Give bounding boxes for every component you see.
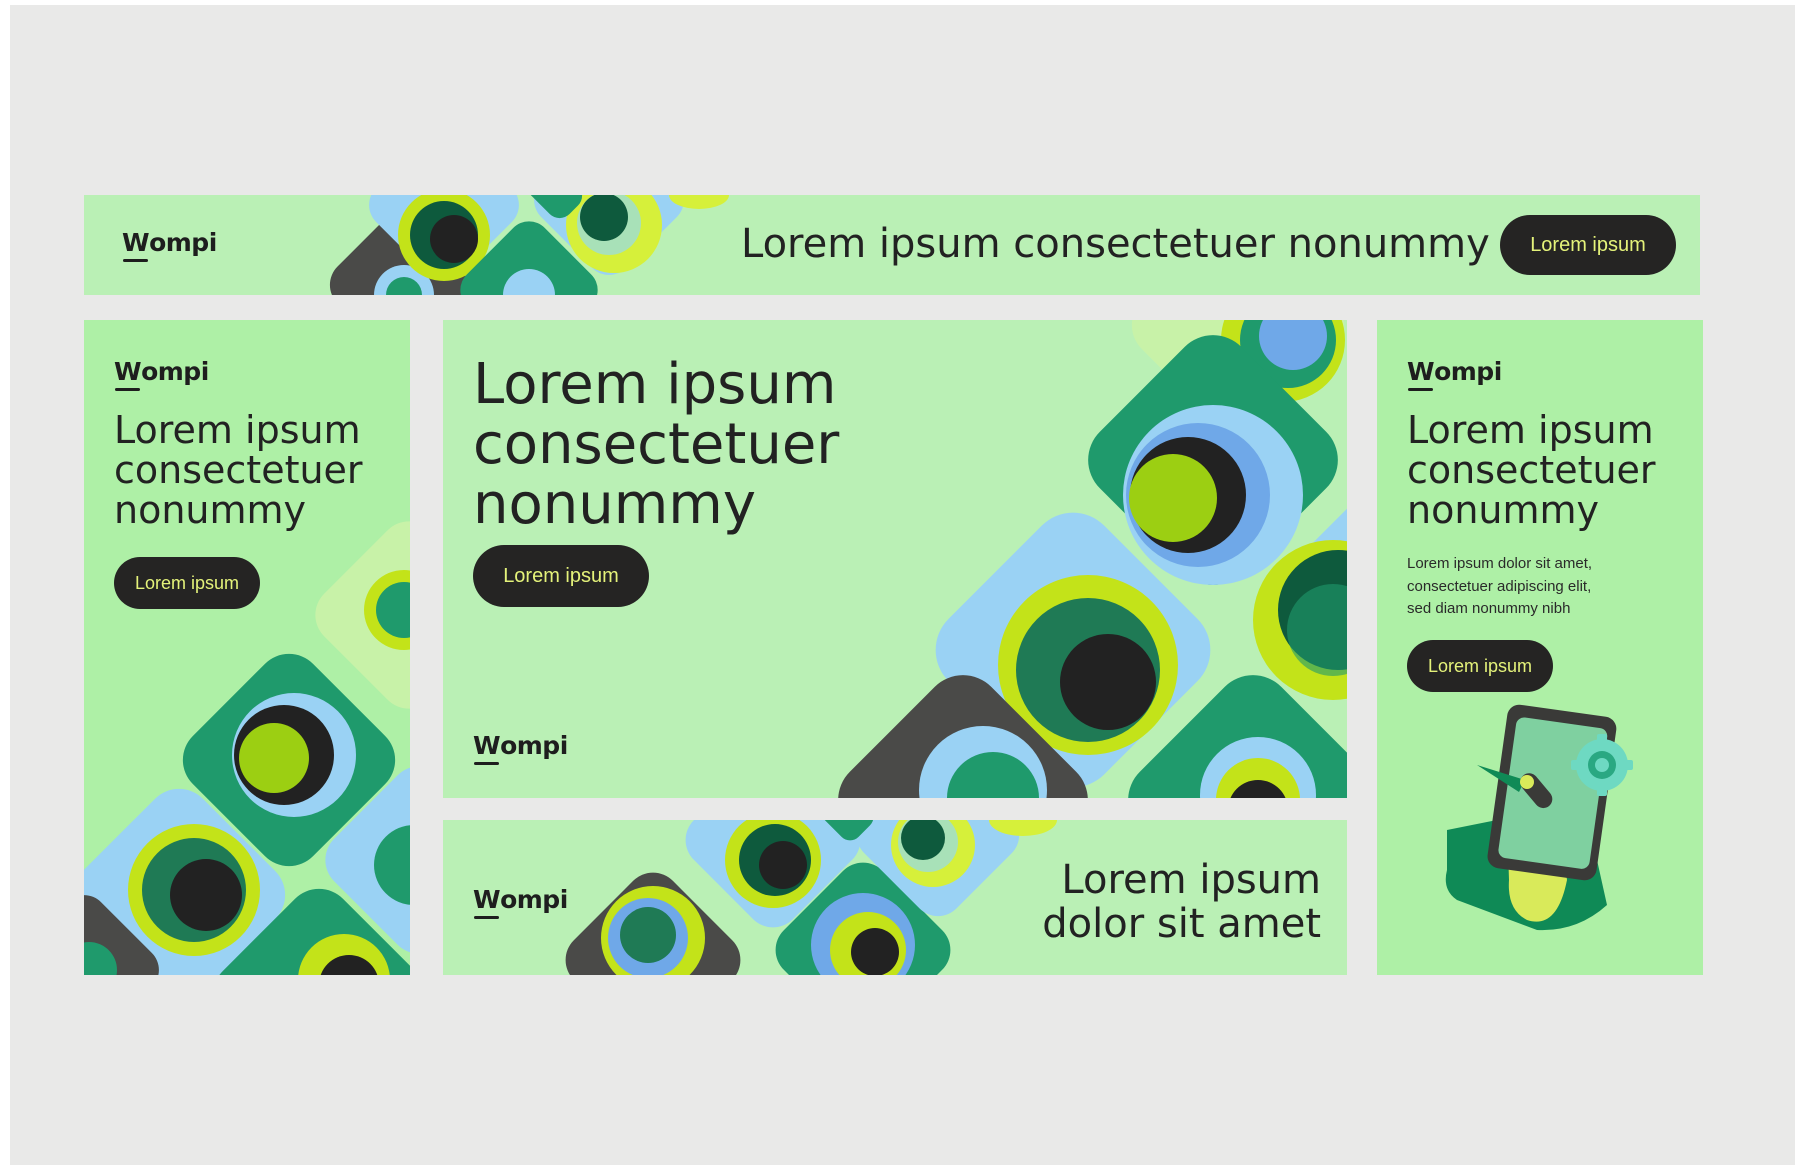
bottom-banner-headline: Lorem ipsum dolor sit amet — [1042, 858, 1321, 946]
side-card-body: Lorem ipsum dolor sit amet, consectetuer… — [1407, 553, 1592, 621]
headline-line-2: dolor sit amet — [1042, 901, 1321, 947]
rectangle-cta-button[interactable]: Lorem ipsum — [473, 545, 649, 607]
headline-line-2: consectetuer — [114, 448, 363, 492]
bottom-banner[interactable]: Wompi Lorem ipsum dolor sit amet — [443, 820, 1347, 975]
body-line-3: sed diam nonummy nibh — [1407, 600, 1571, 617]
headline-line-1: Lorem ipsum — [1407, 408, 1654, 452]
side-card-headline: Lorem ipsum consectetuer nonummy — [1407, 410, 1656, 530]
logo-rest: ompi — [149, 228, 217, 257]
leaderboard-cta-button[interactable]: Lorem ipsum — [1500, 215, 1676, 275]
logo-rest: ompi — [141, 357, 209, 386]
decorative-tiles-pattern — [838, 320, 1347, 798]
body-line-1: Lorem ipsum dolor sit amet, — [1407, 555, 1593, 572]
leaderboard-headline: Lorem ipsum consectetuer nonummy — [741, 221, 1490, 267]
headline-line-1: Lorem ipsum — [114, 408, 361, 452]
leaderboard-banner[interactable]: Wompi Lorem ipsum consectetuer nonummy L… — [84, 195, 1700, 295]
logo-rest: ompi — [1434, 357, 1502, 386]
artboard: Wompi Lorem ipsum consectetuer nonummy L… — [10, 5, 1795, 1165]
rectangle-banner[interactable]: Lorem ipsum consectetuer nonummy Lorem i… — [443, 320, 1347, 798]
decorative-tiles-pattern — [84, 521, 410, 975]
wompi-logo: Wompi — [473, 885, 568, 919]
skyscraper-banner[interactable]: Wompi Lorem ipsum consectetuer nonummy L… — [84, 320, 410, 975]
logo-rest: ompi — [500, 731, 568, 760]
wompi-logo: Wompi — [122, 228, 217, 262]
side-card-cta-button[interactable]: Lorem ipsum — [1407, 640, 1553, 692]
headline-line-2: consectetuer — [1407, 448, 1656, 492]
wompi-logo: Wompi — [473, 731, 568, 765]
logo-rest: ompi — [500, 885, 568, 914]
body-line-2: consectetuer adipiscing elit, — [1407, 577, 1592, 595]
wompi-logo: Wompi — [114, 357, 209, 391]
side-card-banner[interactable]: Wompi Lorem ipsum consectetuer nonummy L… — [1377, 320, 1703, 975]
headline-line-3: nonummy — [1407, 488, 1600, 532]
wompi-logo: Wompi — [1407, 357, 1502, 391]
decorative-tiles-pattern — [565, 820, 1057, 975]
headline-line-1: Lorem ipsum — [1061, 857, 1321, 903]
decorative-tiles-pattern — [329, 195, 729, 295]
phone-payment-illustration — [1445, 704, 1633, 931]
